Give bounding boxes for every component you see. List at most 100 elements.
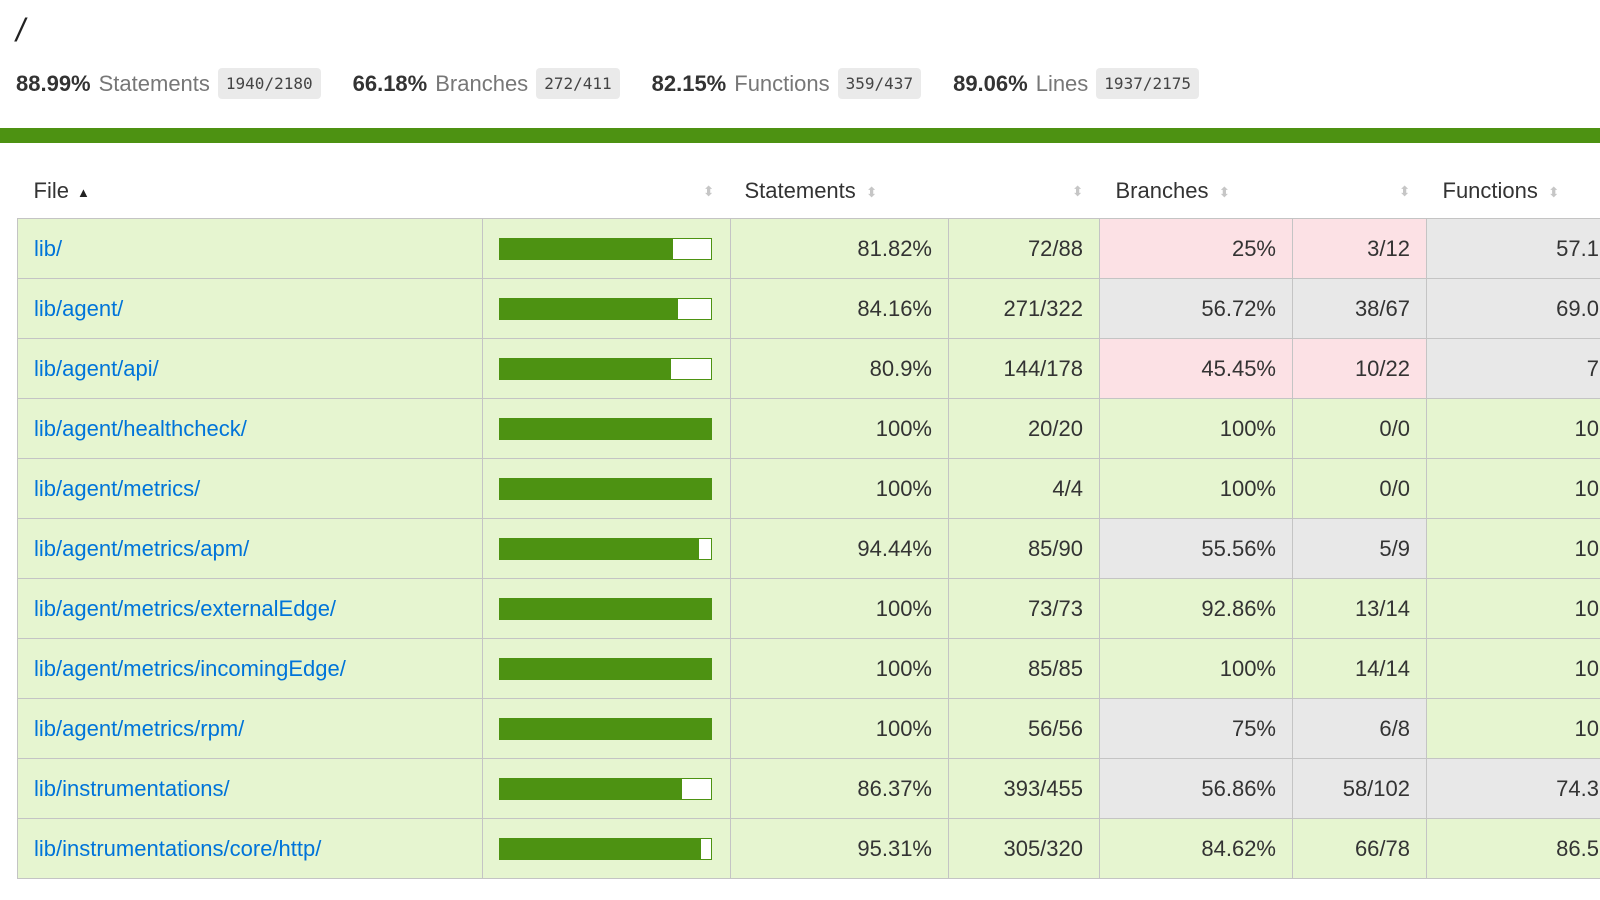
header-statements[interactable]: Statements ⬍ — [731, 164, 949, 219]
file-link[interactable]: lib/instrumentations/ — [34, 776, 230, 801]
header-file-bar[interactable]: ⬍ — [483, 164, 731, 219]
coverage-bar-fill — [500, 658, 711, 679]
header-file-label: File — [33, 178, 69, 203]
coverage-bar-cell — [482, 278, 731, 339]
coverage-bar — [499, 417, 712, 440]
file-link[interactable]: lib/agent/metrics/incomingEdge/ — [34, 656, 346, 681]
functions-pct: 7 — [1426, 338, 1600, 399]
functions-pct: 69.0 — [1426, 278, 1600, 339]
coverage-bar — [499, 477, 712, 500]
summary-fraction: 359/437 — [837, 68, 922, 99]
table-row: lib/agent/api/ 80.9% 144/178 45.45% 10/2… — [17, 338, 1600, 399]
statements-fraction: 73/73 — [948, 578, 1100, 639]
summary-pct: 82.15% — [651, 70, 727, 96]
branches-fraction: 38/67 — [1292, 278, 1427, 339]
sort-icon: ⬍ — [1547, 183, 1560, 200]
statements-pct: 94.44% — [730, 518, 949, 579]
branches-pct: 84.62% — [1099, 818, 1293, 879]
branches-pct: 100% — [1099, 398, 1293, 459]
functions-pct-text: 74.3 — [1556, 775, 1599, 801]
functions-pct-text: 10 — [1574, 535, 1599, 561]
summary-branches: 66.18% Branches 272/411 — [353, 68, 620, 99]
sort-icon: ⬍ — [865, 183, 878, 200]
file-cell: lib/instrumentations/core/http/ — [17, 818, 483, 879]
header-functions[interactable]: Functions ⬍ — [1427, 164, 1600, 219]
coverage-bar-fill — [500, 778, 683, 799]
coverage-bar — [499, 357, 712, 380]
statements-pct: 86.37% — [730, 758, 949, 819]
coverage-bar-fill — [500, 238, 673, 259]
coverage-bar — [499, 777, 712, 800]
branches-fraction: 0/0 — [1292, 398, 1427, 459]
coverage-bar — [499, 657, 712, 680]
functions-pct: 10 — [1426, 578, 1600, 639]
file-link[interactable]: lib/instrumentations/core/http/ — [34, 836, 321, 861]
header-statements-label: Statements — [744, 178, 856, 203]
sort-icon: ⬍ — [1398, 182, 1411, 199]
coverage-bar-cell — [482, 698, 731, 759]
file-cell: lib/agent/api/ — [17, 338, 483, 399]
statements-fraction: 72/88 — [948, 218, 1100, 279]
statements-fraction: 20/20 — [948, 398, 1100, 459]
summary-fraction: 1940/2180 — [217, 68, 321, 99]
coverage-bar-cell — [482, 818, 731, 879]
summary-pct: 89.06% — [953, 70, 1028, 96]
file-link[interactable]: lib/agent/metrics/rpm/ — [34, 716, 244, 741]
header-file[interactable]: File ▲ — [18, 164, 483, 219]
summary-label: Statements — [98, 70, 210, 96]
file-link[interactable]: lib/agent/healthcheck/ — [34, 416, 247, 441]
header-branches[interactable]: Branches ⬍ — [1100, 164, 1293, 219]
file-link[interactable]: lib/agent/metrics/apm/ — [34, 536, 249, 561]
header-branches-raw[interactable]: ⬍ — [1293, 164, 1427, 219]
table-row: lib/agent/metrics/apm/ 94.44% 85/90 55.5… — [17, 518, 1600, 579]
branches-fraction: 66/78 — [1292, 818, 1427, 879]
file-link[interactable]: lib/agent/ — [34, 296, 123, 321]
file-link[interactable]: lib/agent/metrics/ — [34, 476, 200, 501]
sort-icon: ⬍ — [1071, 182, 1084, 199]
branches-fraction: 10/22 — [1292, 338, 1427, 399]
branches-fraction: 3/12 — [1292, 218, 1427, 279]
coverage-bar — [499, 297, 712, 320]
statements-pct: 100% — [730, 638, 949, 699]
statements-fraction: 305/320 — [948, 818, 1100, 879]
header-branches-label: Branches — [1115, 178, 1209, 203]
coverage-bar-fill — [500, 838, 702, 859]
file-link[interactable]: lib/agent/api/ — [34, 356, 159, 381]
statements-pct: 100% — [730, 398, 949, 459]
coverage-bar-fill — [500, 538, 700, 559]
table-row: lib/agent/metrics/rpm/ 100% 56/56 75% 6/… — [17, 698, 1600, 759]
coverage-bar-fill — [500, 418, 711, 439]
statements-fraction: 4/4 — [948, 458, 1100, 519]
branches-pct: 45.45% — [1099, 338, 1293, 399]
functions-pct: 10 — [1426, 638, 1600, 699]
coverage-summary: 88.99% Statements 1940/2180 66.18% Branches 2… — [16, 68, 1231, 99]
functions-pct: 57.1 — [1426, 218, 1600, 279]
file-cell: lib/ — [17, 218, 483, 279]
file-link[interactable]: lib/agent/metrics/externalEdge/ — [34, 596, 336, 621]
branches-fraction: 13/14 — [1292, 578, 1427, 639]
coverage-bar-cell — [482, 578, 731, 639]
branches-pct: 56.72% — [1099, 278, 1293, 339]
summary-fraction: 1937/2175 — [1096, 68, 1199, 99]
statements-pct: 81.82% — [730, 218, 949, 279]
coverage-bar-fill — [500, 478, 711, 499]
table-row: lib/instrumentations/core/http/ 95.31% 3… — [17, 818, 1600, 879]
header-statements-raw[interactable]: ⬍ — [949, 164, 1100, 219]
branches-pct: 55.56% — [1099, 518, 1293, 579]
summary-functions: 82.15% Functions 359/437 — [651, 68, 922, 99]
statements-pct: 100% — [730, 458, 949, 519]
file-cell: lib/agent/ — [17, 278, 483, 339]
statements-pct: 84.16% — [730, 278, 949, 339]
file-cell: lib/agent/metrics/ — [17, 458, 483, 519]
functions-pct: 10 — [1426, 458, 1600, 519]
file-link[interactable]: lib/ — [34, 236, 62, 261]
table-row: lib/agent/metrics/ 100% 4/4 100% 0/0 10 — [17, 458, 1600, 519]
functions-pct: 10 — [1426, 698, 1600, 759]
functions-pct-text: 10 — [1574, 595, 1599, 621]
functions-pct: 10 — [1426, 398, 1600, 459]
coverage-bar-fill — [500, 718, 711, 739]
statements-fraction: 144/178 — [948, 338, 1100, 399]
functions-pct-text: 10 — [1574, 415, 1599, 441]
summary-pct: 66.18% — [352, 70, 428, 96]
page-title: / — [16, 12, 25, 48]
